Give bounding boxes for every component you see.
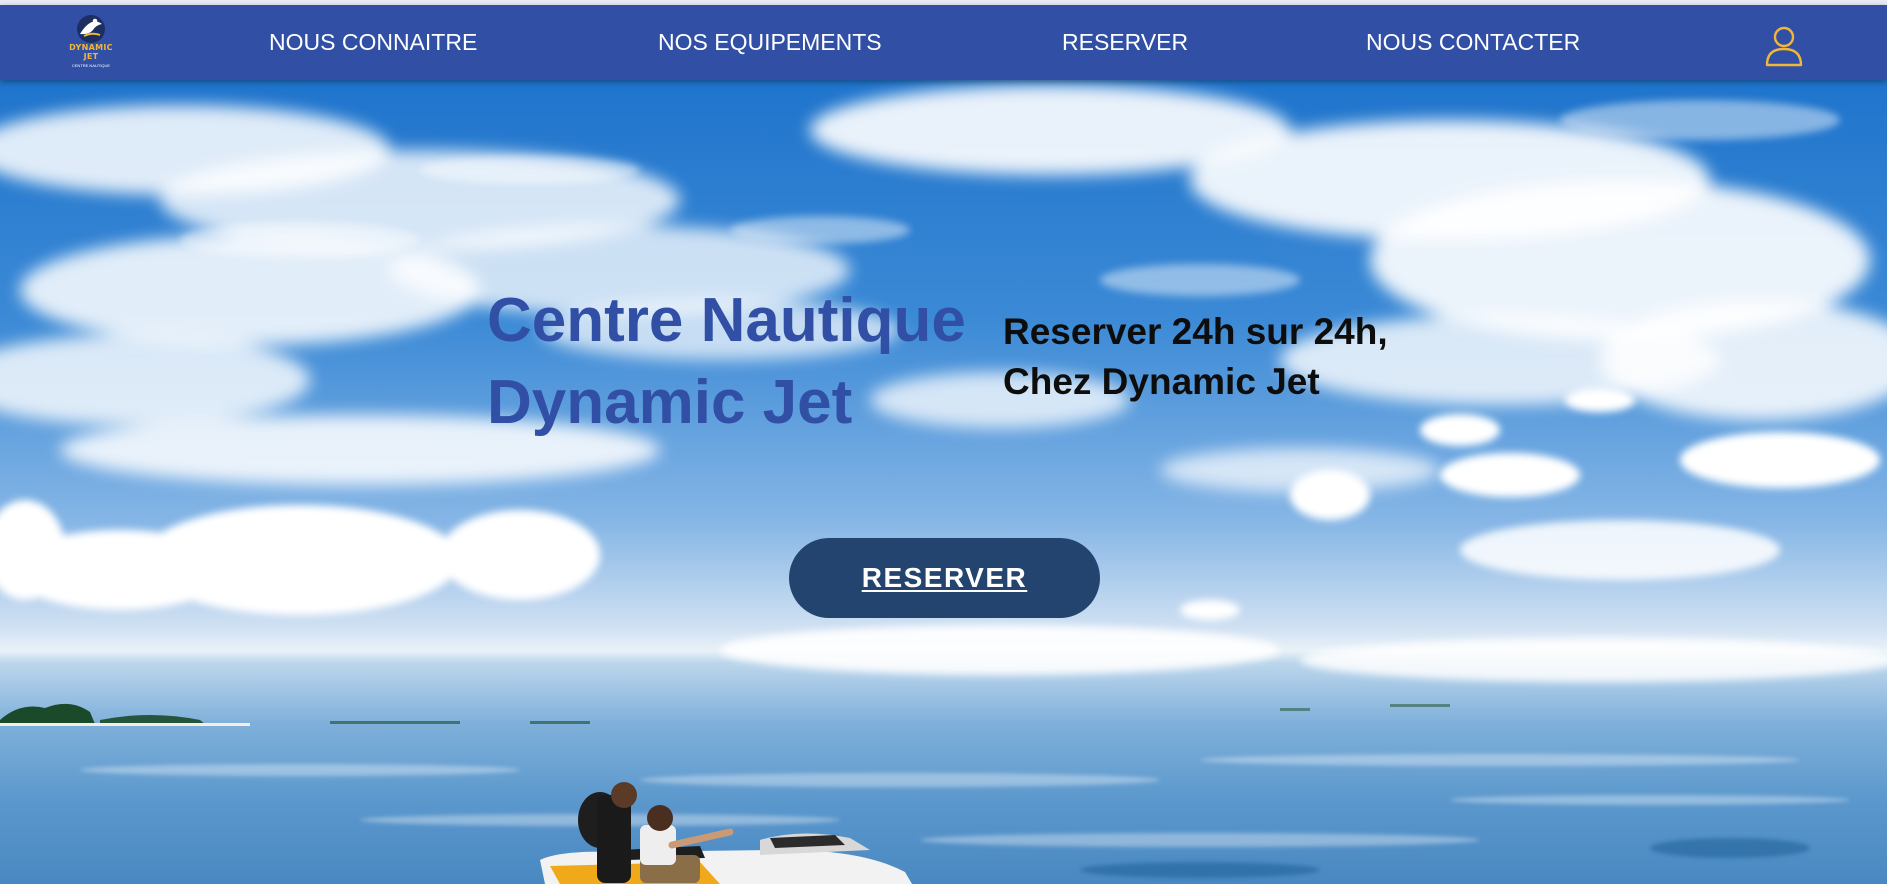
hero-banner: Centre Nautique Dynamic Jet Reserver 24h…: [0, 80, 1887, 884]
logo[interactable]: DYNAMIC JET CENTRE NAUTIQUE: [62, 12, 120, 72]
hero-title: Centre Nautique Dynamic Jet: [487, 280, 966, 444]
logo-line1: DYNAMIC: [69, 43, 113, 52]
hero-tagline-line1: Reserver 24h sur 24h,: [1003, 311, 1388, 352]
logo-line2: JET: [83, 52, 99, 61]
hero-tagline-line2: Chez Dynamic Jet: [1003, 361, 1320, 402]
logo-subtitle: CENTRE NAUTIQUE: [71, 63, 111, 68]
nav-nos-equipements[interactable]: NOS EQUIPEMENTS: [658, 5, 882, 80]
hero-title-line2: Dynamic Jet: [487, 368, 853, 437]
user-icon[interactable]: [1764, 25, 1804, 67]
page: DYNAMIC JET CENTRE NAUTIQUE NOUS CONNAIT…: [0, 0, 1887, 884]
hero-title-line1: Centre Nautique: [487, 286, 966, 355]
nav-reserver[interactable]: RESERVER: [1062, 5, 1188, 80]
jetski-rider-logo-icon: [77, 15, 105, 43]
nav-nous-connaitre[interactable]: NOUS CONNAITRE: [269, 5, 477, 80]
reserver-button[interactable]: RESERVER: [789, 538, 1100, 618]
hero-tagline: Reserver 24h sur 24h, Chez Dynamic Jet: [1003, 307, 1388, 407]
hero-background-image: [0, 85, 1887, 884]
nav-nous-contacter[interactable]: NOUS CONTACTER: [1366, 5, 1580, 80]
navbar: DYNAMIC JET CENTRE NAUTIQUE NOUS CONNAIT…: [0, 5, 1887, 80]
